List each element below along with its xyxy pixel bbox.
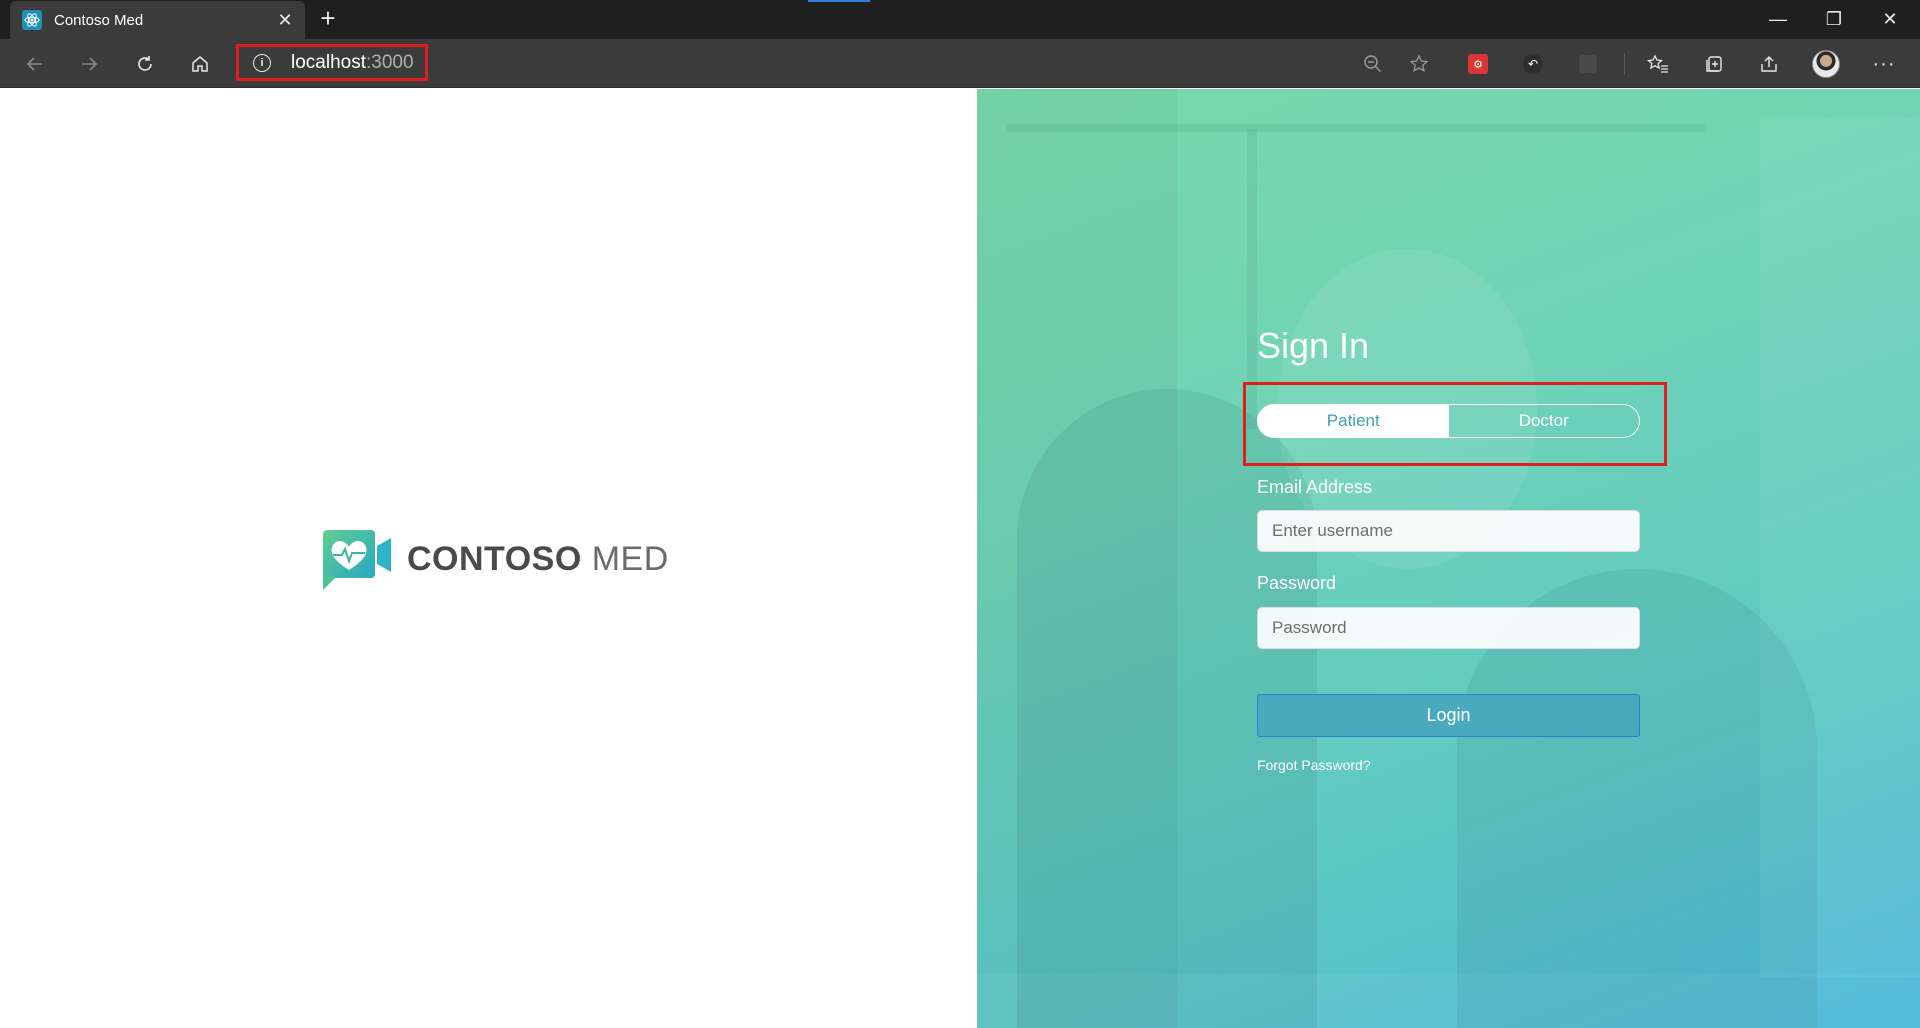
more-icon[interactable]: ··· (1867, 48, 1901, 80)
background-photo-overlay (1760, 117, 1920, 977)
forward-icon[interactable] (72, 48, 106, 80)
url-text: localhost:3000 (291, 52, 414, 74)
url-port: :3000 (366, 51, 414, 73)
react-icon (22, 10, 42, 30)
signin-title: Sign In (1257, 325, 1370, 366)
password-field[interactable] (1257, 607, 1640, 649)
zoom-icon[interactable] (1356, 48, 1390, 80)
brand-panel: CONTOSO MED (0, 89, 977, 1028)
activity-indicator (808, 0, 870, 2)
email-label: Email Address (1257, 477, 1373, 497)
brand-name-bold: CONTOSO (407, 539, 582, 578)
forgot-password-link[interactable]: Forgot Password? (1257, 757, 1371, 773)
background-photo-overlay (1007, 124, 1707, 132)
site-info-icon[interactable]: i (253, 53, 271, 72)
brand-name: CONTOSO MED (407, 540, 669, 579)
contoso-med-logo: CONTOSO MED (321, 528, 669, 590)
login-button[interactable]: Login (1257, 694, 1640, 737)
background-photo-overlay (977, 973, 1920, 1028)
extension-badge-icon: ⚙ (1468, 54, 1488, 74)
minimize-button[interactable]: — (1750, 0, 1806, 39)
close-window-button[interactable]: ✕ (1862, 0, 1918, 39)
tab-title: Contoso Med (54, 11, 144, 29)
email-field[interactable] (1257, 510, 1640, 552)
profile-avatar[interactable] (1809, 48, 1843, 80)
tab-close-icon[interactable]: ✕ (271, 6, 299, 34)
role-option-patient[interactable]: Patient (1258, 405, 1449, 437)
restore-button[interactable]: ❐ (1806, 0, 1862, 39)
disabled-extension-icon (1579, 55, 1597, 73)
heart-video-icon (323, 530, 391, 590)
extension-icon[interactable]: ↶ (1516, 48, 1550, 80)
toolbar-divider (1624, 53, 1625, 75)
browser-toolbar: i localhost:3000 ⚙ ↶ ··· (0, 39, 1920, 88)
browser-tab[interactable]: Contoso Med ✕ (10, 1, 305, 39)
home-icon[interactable] (183, 48, 217, 80)
role-option-doctor[interactable]: Doctor (1449, 405, 1640, 437)
role-toggle[interactable]: Patient Doctor (1257, 404, 1640, 438)
undo-extension-icon: ↶ (1523, 54, 1543, 74)
collections-icon[interactable] (1697, 48, 1731, 80)
share-icon[interactable] (1752, 48, 1786, 80)
favorite-star-icon[interactable] (1402, 48, 1436, 80)
signin-panel-background (977, 89, 1920, 1028)
password-label: Password (1257, 573, 1337, 593)
extension-icon[interactable] (1571, 48, 1605, 80)
refresh-icon[interactable] (128, 48, 162, 80)
avatar-image (1812, 50, 1840, 78)
browser-titlebar: Contoso Med ✕ + — ❐ ✕ (0, 0, 1920, 39)
favorites-icon[interactable] (1641, 48, 1675, 80)
page-content: CONTOSO MED (0, 89, 1920, 1028)
brand-name-light: MED (591, 539, 669, 578)
url-host: localhost (291, 51, 366, 73)
back-icon[interactable] (18, 48, 52, 80)
extension-icon[interactable]: ⚙ (1461, 48, 1495, 80)
address-bar[interactable]: i localhost:3000 (236, 44, 428, 81)
new-tab-button[interactable]: + (314, 5, 342, 33)
